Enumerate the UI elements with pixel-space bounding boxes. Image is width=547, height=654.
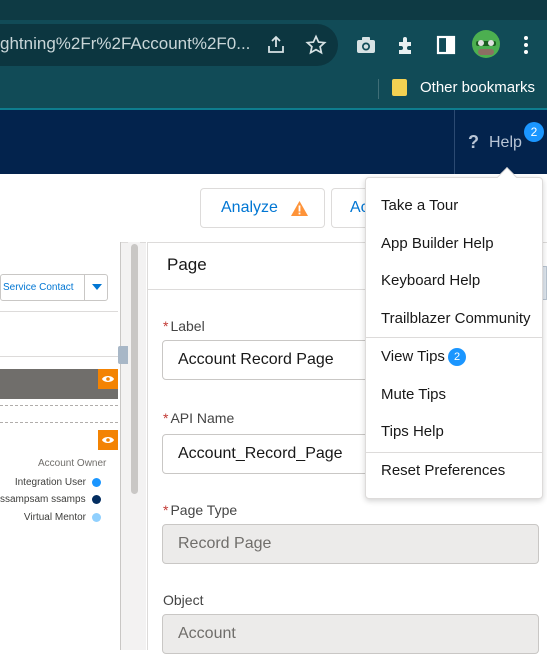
help-badge: 2 — [524, 122, 544, 142]
help-menu — [365, 177, 543, 499]
canvas-divider — [0, 311, 118, 312]
canvas-drop-zone-border — [0, 405, 118, 406]
side-panel-icon[interactable] — [432, 31, 460, 59]
analyze-button[interactable]: Analyze — [200, 188, 325, 228]
visibility-eye-icon[interactable] — [98, 430, 118, 450]
address-bar-url[interactable]: ghtning%2Fr%2FAccount%2F0... — [0, 34, 250, 54]
visibility-eye-icon[interactable] — [98, 369, 118, 389]
help-button[interactable]: ? Help — [468, 132, 522, 153]
app-header — [0, 110, 547, 174]
menu-item-view-tips[interactable]: View Tips — [381, 348, 445, 365]
folder-icon[interactable] — [392, 79, 407, 96]
object-field-caption: Object — [163, 592, 204, 608]
canvas-scrollbar-thumb[interactable] — [131, 244, 138, 494]
extensions-puzzle-icon[interactable] — [392, 31, 420, 59]
menu-item-tips-help[interactable]: Tips Help — [381, 423, 444, 440]
header-divider — [454, 110, 455, 174]
page-type-field: Record Page — [162, 524, 539, 564]
bookmark-star-icon[interactable] — [302, 31, 330, 59]
panel-title: Page — [167, 255, 207, 274]
menu-item-reset-preferences[interactable]: Reset Preferences — [381, 462, 505, 479]
collapse-handle[interactable] — [118, 346, 128, 364]
menu-item-keyboard-help[interactable]: Keyboard Help — [381, 272, 480, 289]
view-tips-badge: 2 — [448, 348, 466, 366]
warning-icon — [290, 200, 308, 216]
bookmarks-separator — [378, 79, 379, 99]
legend-dot — [92, 513, 101, 522]
menu-item-app-builder-help[interactable]: App Builder Help — [381, 235, 494, 252]
canvas-drop-zone-border — [0, 422, 118, 423]
legend-item-label: Integration User — [14, 477, 86, 488]
chart-legend-title: Account Owner — [38, 458, 107, 469]
menu-separator — [366, 452, 542, 453]
object-field: Account — [162, 614, 539, 654]
menu-item-take-a-tour[interactable]: Take a Tour — [381, 197, 458, 214]
chevron-down-icon[interactable] — [84, 275, 108, 300]
page-type-field-caption: * Page Type — [163, 502, 238, 518]
api-name-field-caption: * API Name — [163, 410, 235, 426]
help-label: Help — [489, 133, 522, 151]
legend-item-label: ssampsam ssampsam — [0, 494, 86, 505]
browser-tab-strip — [0, 0, 547, 20]
browser-menu-icon[interactable] — [512, 31, 540, 59]
camera-icon[interactable] — [352, 31, 380, 59]
analyze-label: Analyze — [221, 199, 278, 216]
menu-separator — [366, 337, 542, 338]
legend-item-label: Virtual Mentor — [23, 512, 86, 523]
canvas-divider — [0, 356, 118, 357]
menu-item-trailblazer-community[interactable]: Trailblazer Community — [381, 310, 530, 327]
profile-avatar[interactable] — [472, 30, 500, 58]
help-question-icon: ? — [468, 132, 479, 152]
other-bookmarks-link[interactable]: Other bookmarks — [420, 79, 535, 96]
legend-dot — [92, 495, 101, 504]
menu-item-mute-tips[interactable]: Mute Tips — [381, 386, 446, 403]
share-icon[interactable] — [262, 31, 290, 59]
label-field-caption: * Label — [163, 318, 205, 334]
legend-dot — [92, 478, 101, 487]
